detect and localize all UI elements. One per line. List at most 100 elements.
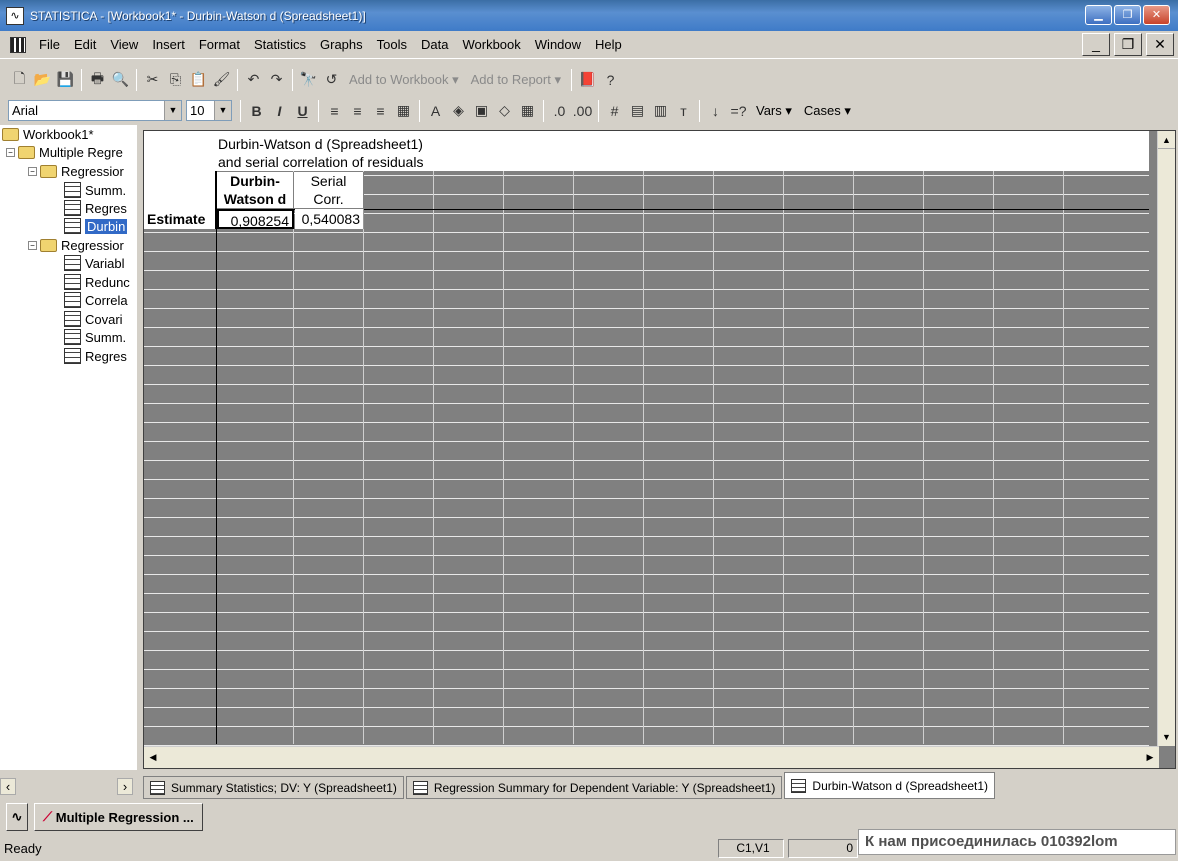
print-icon[interactable]: 🖶 — [86, 69, 109, 91]
menu-data[interactable]: Data — [414, 37, 455, 52]
menu-bar: File Edit View Insert Format Statistics … — [0, 31, 1178, 59]
copy-icon[interactable]: ⎘ — [164, 69, 187, 91]
menu-format[interactable]: Format — [192, 37, 247, 52]
chart-icon[interactable]: ▤ — [626, 100, 649, 122]
column-header-serial-corr[interactable]: Serial Corr. — [294, 172, 364, 209]
align-center-icon[interactable]: ≡ — [346, 100, 369, 122]
find-icon[interactable]: 🔭 — [297, 69, 320, 91]
multiple-regression-button[interactable]: ⟋ Multiple Regression ... — [34, 803, 203, 831]
italic-button[interactable]: I — [268, 100, 291, 122]
scroll-right-icon[interactable]: › — [117, 778, 133, 795]
cut-icon[interactable]: ✂ — [141, 69, 164, 91]
workbook-icon[interactable] — [10, 36, 26, 53]
minimize-button[interactable]: ▁ — [1085, 5, 1112, 25]
collapse-icon[interactable]: − — [28, 166, 37, 176]
marker-icon[interactable]: ᴛ — [672, 100, 695, 122]
row-header-estimate[interactable]: Estimate — [144, 209, 216, 229]
underline-button[interactable]: U — [291, 100, 314, 122]
menu-file[interactable]: File — [32, 37, 67, 52]
collapse-icon[interactable]: − — [6, 147, 15, 157]
scroll-right-icon[interactable]: ▶ — [1141, 747, 1159, 767]
scroll-down-icon[interactable]: ▼ — [1158, 728, 1175, 746]
statistica-icon[interactable]: ∿ — [6, 803, 28, 831]
format-painter-icon[interactable]: 🖌 — [210, 69, 233, 91]
tab-durbin-watson[interactable]: Durbin-Watson d (Spreadsheet1) — [784, 772, 996, 799]
menu-window[interactable]: Window — [528, 37, 588, 52]
menu-view[interactable]: View — [103, 37, 145, 52]
menu-edit[interactable]: Edit — [67, 37, 103, 52]
font-select[interactable]: Arial ▼ — [8, 100, 182, 121]
tree-item[interactable]: Redunc — [64, 273, 130, 291]
query-icon[interactable]: =? — [727, 100, 750, 122]
tree-regression-1[interactable]: − Regressior — [28, 162, 124, 180]
menu-insert[interactable]: Insert — [145, 37, 192, 52]
tree-item[interactable]: Variabl — [64, 254, 125, 272]
fill-color-icon[interactable]: ◈ — [447, 100, 470, 122]
cell-durbin-watson[interactable]: 0,908254 — [217, 209, 294, 229]
add-to-workbook-button[interactable]: Add to Workbook ▾ — [343, 72, 465, 88]
save-icon[interactable]: 💾 — [54, 69, 77, 91]
border-icon[interactable]: ▣ — [470, 100, 493, 122]
collapse-icon[interactable]: − — [28, 240, 37, 250]
cell-serial-corr[interactable]: 0,540083 — [295, 209, 364, 229]
tree-item[interactable]: Covari — [64, 310, 123, 328]
column-header-durbin-watson[interactable]: Durbin- Watson d — [217, 172, 294, 209]
replace-icon[interactable]: ↺ — [320, 69, 343, 91]
font-size-select[interactable]: 10 ▼ — [186, 100, 232, 121]
paste-icon[interactable]: 📋 — [187, 69, 210, 91]
chevron-down-icon[interactable]: ▼ — [214, 101, 231, 120]
tree-regression-2[interactable]: − Regressior — [28, 236, 124, 254]
decrease-decimal-icon[interactable]: .00 — [571, 100, 594, 122]
align-right-icon[interactable]: ≡ — [369, 100, 392, 122]
help-pointer-icon[interactable]: ? — [599, 69, 622, 91]
tree-item-selected[interactable]: Durbin — [64, 217, 128, 235]
tab-summary-statistics[interactable]: Summary Statistics; DV: Y (Spreadsheet1) — [143, 776, 404, 799]
tab-regression-summary[interactable]: Regression Summary for Dependent Variabl… — [405, 776, 783, 799]
tree-item[interactable]: Summ. — [64, 181, 126, 199]
align-left-icon[interactable]: ≡ — [323, 100, 346, 122]
scroll-left-icon[interactable]: ◀ — [144, 747, 162, 767]
spreadsheet-title: Durbin-Watson d (Spreadsheet1) and seria… — [218, 136, 424, 170]
chevron-down-icon[interactable]: ▼ — [164, 101, 181, 120]
add-to-report-button[interactable]: Add to Report ▾ — [465, 72, 567, 88]
hash-icon[interactable]: # — [603, 100, 626, 122]
book-icon[interactable]: 📕 — [576, 69, 599, 91]
tree-item[interactable]: Regres — [64, 199, 127, 217]
undo-icon[interactable]: ↶ — [242, 69, 265, 91]
open-icon[interactable]: 📂 — [31, 69, 54, 91]
tree-multiple-regression[interactable]: − Multiple Regre — [6, 143, 123, 161]
format-cells-icon[interactable]: ▦ — [392, 100, 415, 122]
sort-az-icon[interactable]: ↓ — [704, 100, 727, 122]
menu-tools[interactable]: Tools — [370, 37, 414, 52]
bold-button[interactable]: B — [245, 100, 268, 122]
print-preview-icon[interactable]: 🔍 — [109, 69, 132, 91]
font-color-icon[interactable]: A — [424, 100, 447, 122]
menu-graphs[interactable]: Graphs — [313, 37, 370, 52]
grid-icon[interactable]: ▦ — [516, 100, 539, 122]
tag-icon[interactable]: ◇ — [493, 100, 516, 122]
new-icon[interactable]: 🗋 — [8, 69, 31, 91]
chart2-icon[interactable]: ▥ — [649, 100, 672, 122]
horizontal-scrollbar[interactable]: ◀ ▶ — [144, 746, 1159, 768]
menu-workbook[interactable]: Workbook — [455, 37, 527, 52]
maximize-button[interactable]: ❐ — [1114, 5, 1141, 25]
menu-help[interactable]: Help — [588, 37, 629, 52]
tree-item[interactable]: Regres — [64, 347, 127, 365]
tree-workbook[interactable]: Workbook1* — [2, 125, 94, 143]
tree-item[interactable]: Summ. — [64, 328, 126, 346]
mdi-restore-button[interactable]: ❐ — [1114, 33, 1142, 56]
vertical-scrollbar[interactable]: ▲ ▼ — [1157, 131, 1175, 746]
redo-icon[interactable]: ↷ — [265, 69, 288, 91]
menu-statistics[interactable]: Statistics — [247, 37, 313, 52]
mdi-minimize-button[interactable]: _ — [1082, 33, 1110, 56]
close-button[interactable]: ✕ — [1143, 5, 1170, 25]
scroll-left-icon[interactable]: ‹ — [0, 778, 16, 795]
tree-scrollbar[interactable]: ‹ › — [0, 777, 137, 796]
cases-button[interactable]: Cases ▾ — [798, 103, 857, 119]
mdi-close-button[interactable]: ✕ — [1146, 33, 1174, 56]
vars-button[interactable]: Vars ▾ — [750, 103, 798, 119]
scroll-up-icon[interactable]: ▲ — [1158, 131, 1175, 149]
tree-item[interactable]: Correla — [64, 291, 128, 309]
increase-decimal-icon[interactable]: .0 — [548, 100, 571, 122]
statistica-app-icon[interactable]: ∿ — [6, 6, 24, 25]
